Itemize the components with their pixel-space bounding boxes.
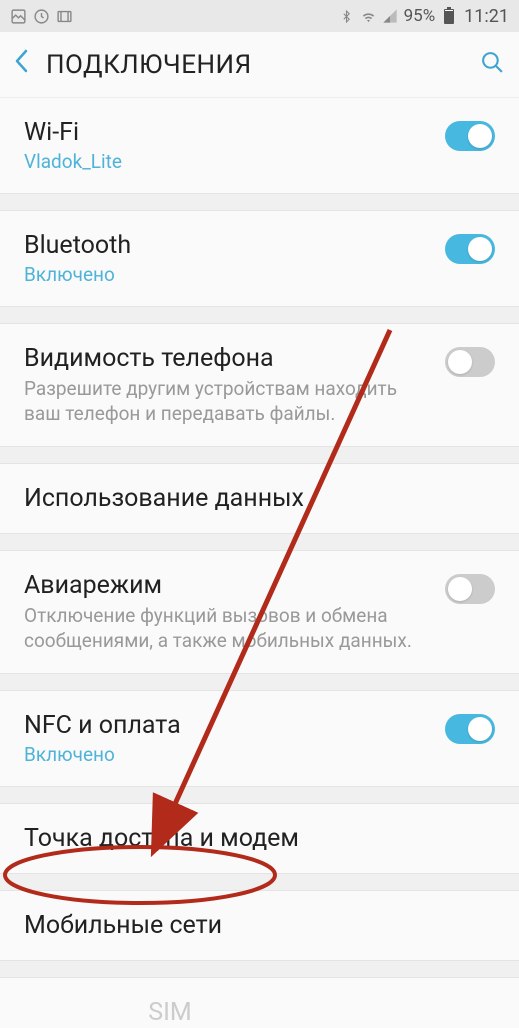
gallery-icon [10,8,27,25]
battery-percent: 95% [404,6,436,26]
item-nfc-subtitle: Включено [24,744,431,767]
status-left-icons [10,8,73,25]
status-right-icons: 95% 11:21 [338,6,509,27]
divider [0,960,519,978]
toggle-wifi[interactable] [445,121,495,151]
battery-icon [440,8,457,25]
wifi-icon [360,8,377,25]
item-sim[interactable]: Д SIM [0,978,519,1028]
item-wifi-title: Wi-Fi [24,117,431,148]
clock-icon [33,8,50,25]
item-bluetooth-subtitle: Включено [24,264,431,287]
status-bar: 95% 11:21 [0,0,519,32]
back-button[interactable] [14,49,28,80]
item-sim-title: Д SIM [24,997,481,1028]
toggle-bluetooth[interactable] [445,234,495,264]
search-button[interactable] [480,50,505,79]
item-visibility-title: Видимость телефона [24,343,431,374]
toggle-visibility[interactable] [445,347,495,377]
item-data-usage[interactable]: Использование данных [0,464,519,533]
item-airplane[interactable]: Авиарежим Отключение функций вызовов и о… [0,551,519,673]
item-visibility[interactable]: Видимость телефона Разрешите другим устр… [0,324,519,446]
item-nfc-title: NFC и оплата [24,710,431,741]
page-title: ПОДКЛЮЧЕНИЯ [46,50,480,80]
item-wifi[interactable]: Wi-Fi Vladok_Lite [0,98,519,193]
toggle-airplane[interactable] [445,574,495,604]
item-airplane-title: Авиарежим [24,570,431,601]
signal-icon [382,8,399,25]
item-nfc[interactable]: NFC и оплата Включено [0,691,519,786]
bluetooth-icon [338,8,355,25]
item-data-usage-title: Использование данных [24,483,481,514]
item-airplane-content: Авиарежим Отключение функций вызовов и о… [24,570,445,654]
item-wifi-content: Wi-Fi Vladok_Lite [24,117,445,174]
toggle-nfc[interactable] [445,714,495,744]
item-bluetooth-title: Bluetooth [24,230,431,261]
divider [0,786,519,804]
item-nfc-content: NFC и оплата Включено [24,710,445,767]
item-wifi-subtitle: Vladok_Lite [24,151,431,174]
item-hotspot-content: Точка доступа и модем [24,823,495,854]
divider [0,673,519,691]
app-bar: ПОДКЛЮЧЕНИЯ [0,32,519,98]
divider [0,306,519,324]
item-bluetooth[interactable]: Bluetooth Включено [0,211,519,306]
status-time: 11:21 [464,6,509,27]
divider [0,873,519,891]
divider [0,193,519,211]
item-hotspot-title: Точка доступа и модем [24,823,481,854]
divider [0,533,519,551]
item-bluetooth-content: Bluetooth Включено [24,230,445,287]
media-icon [56,8,73,25]
item-sim-content: Д SIM [24,997,495,1028]
divider [0,446,519,464]
item-visibility-content: Видимость телефона Разрешите другим устр… [24,343,445,427]
item-visibility-desc: Разрешите другим устройствам находить ва… [24,377,431,426]
item-data-usage-content: Использование данных [24,483,495,514]
item-hotspot[interactable]: Точка доступа и модем [0,804,519,873]
item-airplane-desc: Отключение функций вызовов и обмена сооб… [24,604,431,653]
settings-list: Wi-Fi Vladok_Lite Bluetooth Включено Вид… [0,98,519,1028]
